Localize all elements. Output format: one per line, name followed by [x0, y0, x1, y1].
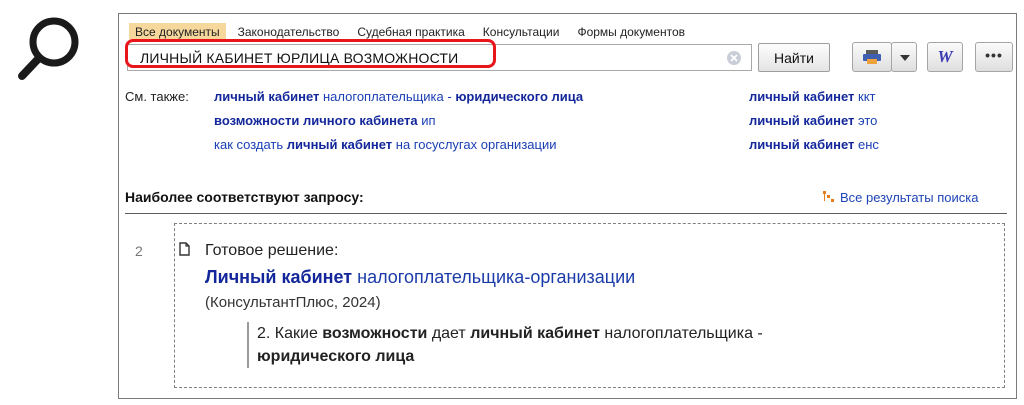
result-type: Готовое решение:: [205, 242, 339, 259]
snippet-text: 2. Какие: [257, 325, 323, 342]
title-bold-part: Личный кабинет: [205, 267, 353, 287]
title-text-part: налогоплательщика-организации: [352, 267, 636, 287]
see-also-link[interactable]: возможности личного кабинета ип: [214, 113, 436, 128]
search-query-text: ЛИЧНЫЙ КАБИНЕТ ЮРЛИЦА ВОЗМОЖНОСТИ: [140, 50, 459, 66]
snippet-bold: юридического лица: [257, 348, 415, 365]
result-number: 2: [135, 243, 143, 259]
printer-icon: [863, 50, 881, 64]
clear-icon[interactable]: [726, 50, 742, 66]
print-button[interactable]: [852, 42, 892, 72]
link-text-part: на госуслугах организации: [392, 137, 557, 152]
see-also-link[interactable]: личный кабинет ккт: [749, 89, 875, 104]
more-options-button[interactable]: •••: [975, 42, 1013, 72]
see-also-link[interactable]: личный кабинет это: [749, 113, 877, 128]
see-also-link[interactable]: как создать личный кабинет на госуслугах…: [214, 137, 556, 152]
result-title-link[interactable]: Личный кабинет налогоплательщика-организ…: [205, 267, 635, 288]
search-row: ЛИЧНЫЙ КАБИНЕТ ЮРЛИЦА ВОЗМОЖНОСТИ Найти …: [125, 39, 1013, 74]
document-icon: [179, 242, 190, 256]
search-tabs: Все документы Законодательство Судебная …: [129, 23, 697, 39]
all-results-label: Все результаты поиска: [840, 190, 979, 205]
snippet-text: налогоплательщика -: [599, 325, 763, 342]
chevron-down-icon: [900, 55, 910, 61]
export-word-button[interactable]: W: [927, 42, 963, 72]
link-bold-part: юридического лица: [455, 89, 584, 104]
section-divider: [125, 213, 1007, 214]
word-icon: W: [937, 47, 953, 66]
best-match-heading: Наиболее соответствуют запросу:: [125, 189, 364, 205]
tab-document-forms[interactable]: Формы документов: [571, 23, 691, 39]
see-also-label: См. также:: [125, 89, 189, 104]
link-text-part: ип: [417, 113, 436, 128]
link-bold-part: личный кабинет: [214, 89, 320, 104]
snippet-bold: возможности: [322, 325, 428, 342]
tab-all-documents[interactable]: Все документы: [129, 23, 226, 39]
tab-consultations[interactable]: Консультации: [477, 23, 566, 39]
link-bold-part: личный кабинет: [749, 137, 855, 152]
snippet-bold: личный кабинет: [470, 325, 600, 342]
link-text-part: енс: [854, 137, 879, 152]
tree-list-icon: [823, 191, 834, 202]
link-bold-part: личный кабинет: [286, 137, 393, 152]
result-snippet[interactable]: 2. Какие возможности дает личный кабинет…: [247, 322, 877, 368]
print-options-dropdown[interactable]: [891, 42, 917, 72]
more-icon: •••: [985, 47, 1003, 63]
link-text-part: налогоплательщика -: [319, 89, 456, 104]
search-panel: Все документы Законодательство Судебная …: [118, 13, 1017, 399]
tab-legislation[interactable]: Законодательство: [232, 23, 346, 39]
link-text-part: как создать: [214, 137, 287, 152]
see-also-link[interactable]: личный кабинет налогоплательщика - юриди…: [214, 89, 583, 104]
find-button[interactable]: Найти: [758, 43, 830, 72]
result-source: (КонсультантПлюс, 2024): [205, 294, 381, 311]
see-also-link[interactable]: личный кабинет енс: [749, 137, 879, 152]
link-bold-part: личный кабинет: [749, 113, 855, 128]
tab-court-practice[interactable]: Судебная практика: [351, 23, 470, 39]
all-results-link[interactable]: Все результаты поиска: [823, 190, 978, 205]
result-card: Готовое решение: Личный кабинет налогопл…: [174, 223, 1005, 388]
link-text-part: ккт: [854, 89, 876, 104]
snippet-text: дает: [427, 325, 471, 342]
magnifier-icon: [18, 17, 79, 80]
link-bold-part: возможности личного кабинета: [214, 113, 418, 128]
link-bold-part: личный кабинет: [749, 89, 855, 104]
search-input[interactable]: ЛИЧНЫЙ КАБИНЕТ ЮРЛИЦА ВОЗМОЖНОСТИ: [127, 44, 752, 71]
link-text-part: это: [854, 113, 878, 128]
